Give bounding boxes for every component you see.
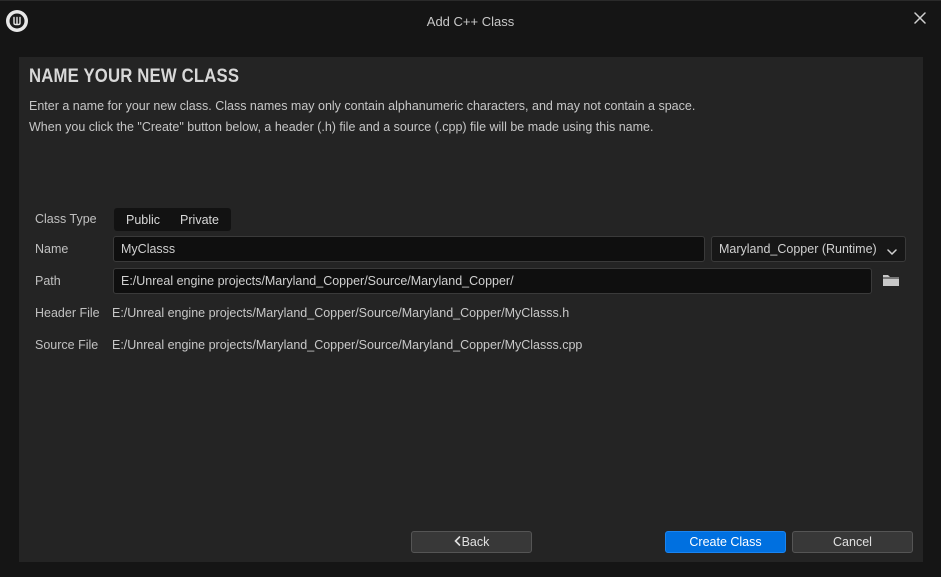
create-class-button[interactable]: Create Class [665, 531, 786, 553]
class-type-public-option[interactable]: Public [126, 213, 160, 227]
page-title: NAME YOUR NEW CLASS [29, 66, 240, 87]
title-bar: Add C++ Class [0, 1, 941, 43]
name-label: Name [35, 242, 69, 256]
class-type-label: Class Type [35, 212, 97, 226]
class-type-toggle: Public Private [114, 208, 231, 231]
class-name-input[interactable]: MyClasss [113, 236, 705, 262]
module-dropdown[interactable]: Maryland_Copper (Runtime) [711, 236, 906, 262]
source-file-label: Source File [35, 338, 99, 352]
description-line-2: When you click the "Create" button below… [29, 120, 654, 134]
back-button-label: Back [461, 535, 490, 549]
class-name-value: MyClasss [121, 242, 176, 256]
main-panel: NAME YOUR NEW CLASS Enter a name for you… [19, 57, 923, 562]
window-title: Add C++ Class [426, 14, 515, 29]
header-file-path: E:/Unreal engine projects/Maryland_Coppe… [112, 306, 570, 320]
chevron-left-icon [453, 535, 461, 549]
path-label: Path [35, 274, 61, 288]
path-input[interactable]: E:/Unreal engine projects/Maryland_Coppe… [113, 268, 872, 294]
cancel-button[interactable]: Cancel [792, 531, 913, 553]
close-icon[interactable] [911, 9, 929, 27]
create-class-button-label: Create Class [689, 535, 762, 549]
chevron-down-icon [887, 245, 897, 259]
back-button[interactable]: Back [411, 531, 532, 553]
source-file-path: E:/Unreal engine projects/Maryland_Coppe… [112, 338, 583, 352]
path-value: E:/Unreal engine projects/Maryland_Coppe… [121, 274, 514, 288]
folder-icon[interactable] [882, 273, 902, 289]
description-line-1: Enter a name for your new class. Class n… [29, 99, 696, 113]
add-cpp-class-window: Add C++ Class NAME YOUR NEW CLASS Enter … [0, 0, 941, 577]
class-type-private-option[interactable]: Private [180, 213, 219, 227]
module-dropdown-value: Maryland_Copper (Runtime) [719, 242, 877, 256]
header-file-label: Header File [35, 306, 100, 320]
cancel-button-label: Cancel [833, 535, 872, 549]
